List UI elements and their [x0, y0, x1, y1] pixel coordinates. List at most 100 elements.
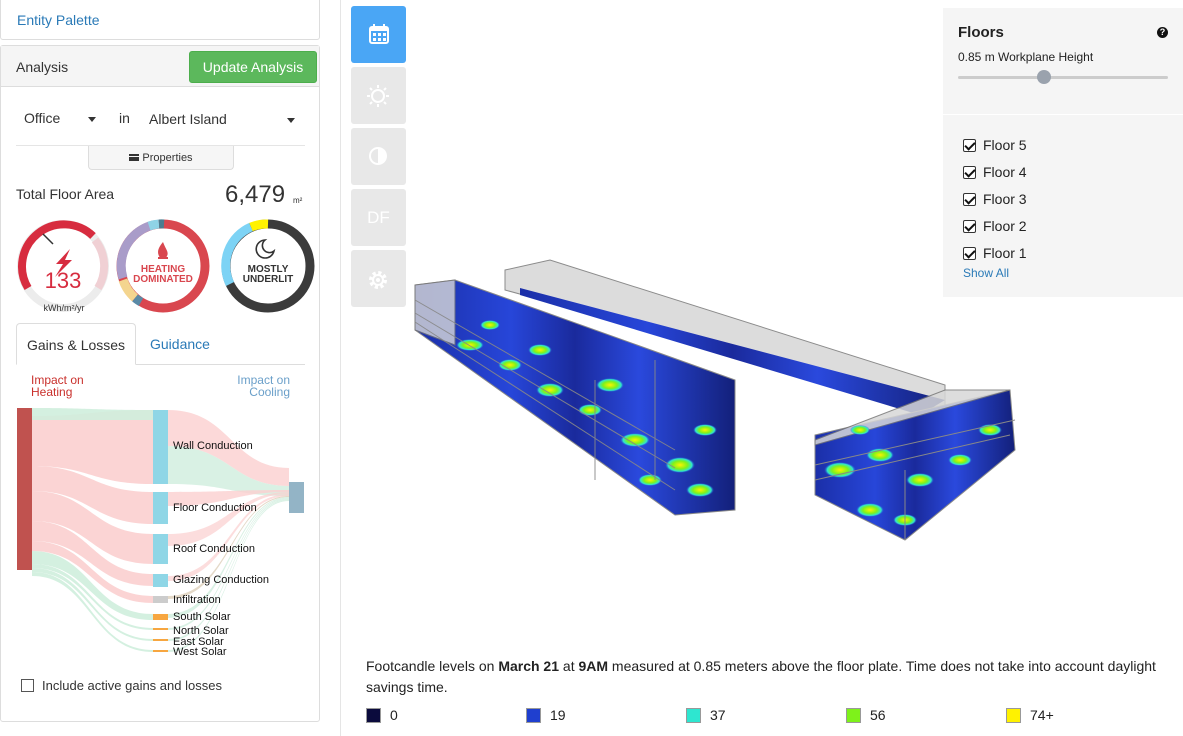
legend-item: 0 — [366, 707, 398, 723]
include-active-label: Include active gains and losses — [42, 678, 222, 693]
vertical-divider — [340, 0, 341, 736]
sankey-label-glazing: Glazing Conduction — [173, 574, 270, 586]
df-label: DF — [367, 208, 390, 227]
floor-1-checkbox[interactable] — [963, 247, 976, 260]
building-type-select[interactable]: Office — [24, 110, 60, 126]
impact-heating-line2: Heating — [31, 385, 73, 399]
df-tool-button[interactable]: DF — [351, 189, 406, 246]
floor-3-option[interactable]: Floor 3 — [963, 191, 1027, 207]
floor-node — [153, 492, 168, 524]
floors-panel: Floors ? 0.85 m Workplane Height Floor 5… — [943, 8, 1183, 297]
floors-title: Floors — [958, 24, 1004, 41]
location-chevron-down-icon[interactable] — [287, 118, 295, 123]
left-sidebar: Entity Palette Analysis Update Analysis … — [0, 0, 320, 736]
contrast-icon — [369, 147, 387, 165]
eui-unit: kWh/m²/yr — [43, 303, 85, 313]
analysis-tabs: Gains & Losses Guidance — [16, 323, 305, 365]
sankey-label-roof: Roof Conduction — [173, 543, 255, 555]
legend-swatch — [526, 708, 541, 723]
contrast-tool-button[interactable] — [351, 128, 406, 185]
legend-item: 37 — [686, 707, 726, 723]
legend-label: 19 — [550, 707, 566, 723]
impact-heating-label: Impact on Heating — [31, 374, 84, 398]
floor-3-label: Floor 3 — [983, 191, 1027, 207]
show-all-link[interactable]: Show All — [963, 266, 1009, 280]
sankey-label-south-solar: South Solar — [173, 611, 231, 623]
north-solar-node — [153, 628, 168, 630]
legend-swatch — [846, 708, 861, 723]
sun-tool-button[interactable] — [351, 67, 406, 124]
workplane-slider-track[interactable] — [958, 76, 1168, 79]
tab-guidance[interactable]: Guidance — [140, 323, 220, 365]
help-icon[interactable]: ? — [1157, 27, 1168, 38]
heating-node — [17, 408, 32, 570]
total-floor-area-label: Total Floor Area — [16, 186, 115, 202]
impact-cooling-label: Impact on Cooling — [226, 374, 290, 398]
legend-label: 37 — [710, 707, 726, 723]
glazing-node — [153, 574, 168, 587]
flame-icon — [158, 242, 168, 259]
heating-line2: DOMINATED — [133, 274, 193, 285]
include-active-checkbox[interactable] — [21, 679, 34, 692]
calendar-icon — [369, 24, 389, 44]
legend-swatch — [686, 708, 701, 723]
sankey-label-infiltration: Infiltration — [173, 594, 221, 606]
floor-4-checkbox[interactable] — [963, 166, 976, 179]
sankey-label-wall: Wall Conduction — [173, 440, 253, 452]
legend-swatch — [366, 708, 381, 723]
tab-gains-losses[interactable]: Gains & Losses — [16, 323, 137, 365]
in-label: in — [119, 110, 130, 126]
analysis-panel: Analysis Update Analysis Office in Alber… — [0, 45, 320, 722]
menu-icon — [129, 154, 140, 161]
calendar-tool-button[interactable] — [351, 6, 406, 63]
divider — [943, 114, 1183, 115]
location-select[interactable]: Albert Island — [149, 111, 227, 127]
impact-cooling-line2: Cooling — [249, 385, 290, 399]
floor-5-label: Floor 5 — [983, 137, 1027, 153]
entity-palette-link[interactable]: Entity Palette — [17, 12, 100, 28]
west-solar-node — [153, 650, 168, 652]
building-type-chevron-down-icon[interactable] — [88, 117, 96, 122]
floor-4-option[interactable]: Floor 4 — [963, 164, 1027, 180]
legend-item: 19 — [526, 707, 566, 723]
wall-node — [153, 410, 168, 484]
settings-tool-button[interactable] — [351, 250, 406, 307]
include-active-option[interactable]: Include active gains and losses — [21, 678, 222, 693]
analysis-title: Analysis — [16, 59, 69, 75]
sun-icon — [367, 85, 389, 107]
floor-2-option[interactable]: Floor 2 — [963, 218, 1027, 234]
legend-item: 56 — [846, 707, 886, 723]
moon-icon — [255, 239, 276, 259]
floor-1-option[interactable]: Floor 1 — [963, 245, 1027, 261]
floor-5-checkbox[interactable] — [963, 139, 976, 152]
infiltration-node — [153, 596, 168, 603]
floor-3-checkbox[interactable] — [963, 193, 976, 206]
properties-button[interactable]: Properties — [88, 146, 234, 170]
sankey-label-floor: Floor Conduction — [173, 502, 257, 514]
floor-1-label: Floor 1 — [983, 245, 1027, 261]
update-analysis-button[interactable]: Update Analysis — [189, 51, 317, 83]
sankey-label-west-solar: West Solar — [173, 646, 227, 658]
floor-4-label: Floor 4 — [983, 164, 1027, 180]
entity-palette-panel[interactable]: Entity Palette — [0, 0, 320, 40]
caption-text-1: Footcandle levels on — [366, 658, 499, 674]
legend-label: 56 — [870, 707, 886, 723]
floor-2-label: Floor 2 — [983, 218, 1027, 234]
floor-2-checkbox[interactable] — [963, 220, 976, 233]
caption-date: March 21 — [498, 658, 560, 674]
caption-time: 9AM — [578, 658, 609, 674]
roof-node — [153, 534, 168, 564]
properties-label: Properties — [142, 152, 193, 164]
gear-icon — [369, 271, 387, 289]
cooling-node — [289, 482, 304, 513]
caption-text-2: at — [559, 658, 579, 674]
legend-item: 74+ — [1006, 707, 1054, 723]
legend-label: 0 — [390, 707, 398, 723]
workplane-slider-handle[interactable] — [1037, 70, 1051, 84]
eui-value: 133 — [45, 268, 82, 293]
east-solar-node — [153, 639, 168, 641]
gains-losses-sankey — [17, 408, 304, 652]
legend-swatch — [1006, 708, 1021, 723]
workplane-height-label: 0.85 m Workplane Height — [958, 50, 1094, 64]
floor-5-option[interactable]: Floor 5 — [963, 137, 1027, 153]
